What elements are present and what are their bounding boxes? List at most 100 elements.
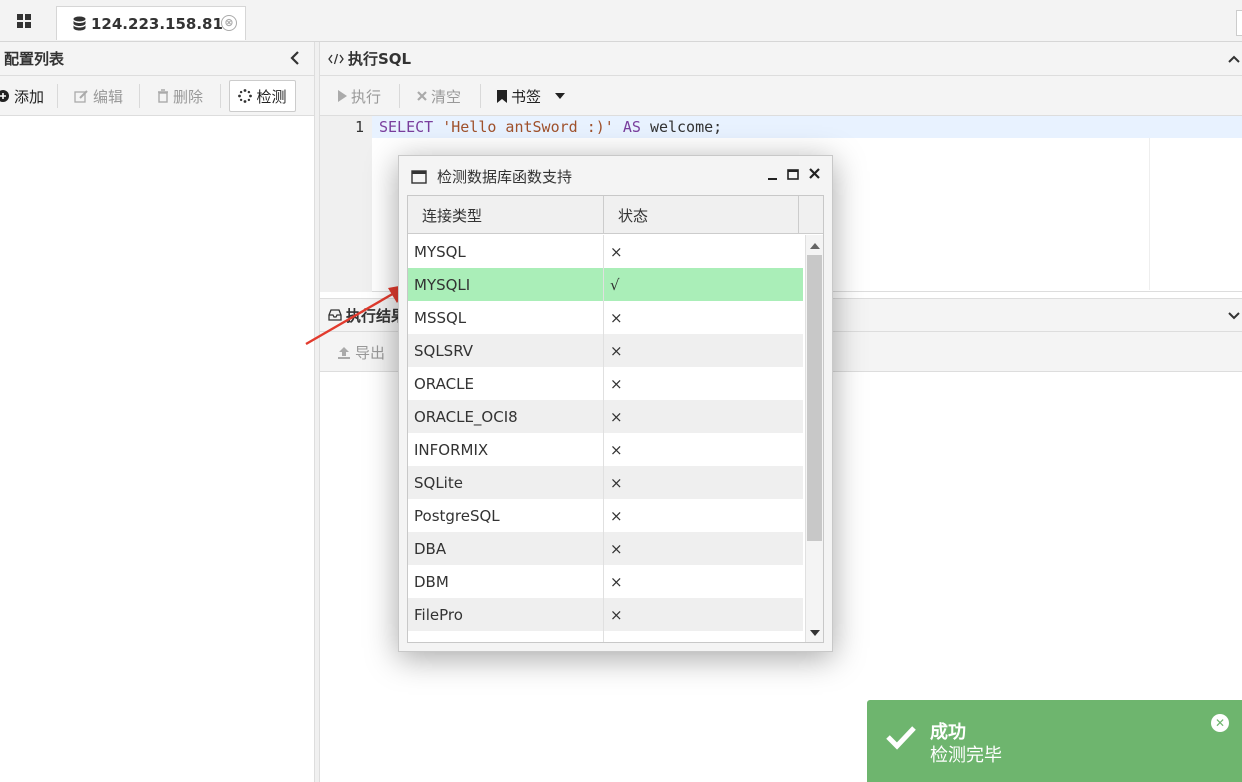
connection-type-cell: DBM <box>408 565 604 598</box>
window-icon <box>411 169 427 184</box>
config-list-header: 配置列表 <box>0 42 314 76</box>
detect-button[interactable]: 检测 <box>229 80 296 112</box>
status-cell: × <box>610 572 623 591</box>
table-row[interactable]: DBA × <box>408 532 803 565</box>
table-row[interactable]: DBM × <box>408 565 803 598</box>
toast-close-icon[interactable]: ✕ <box>1211 714 1229 732</box>
connection-type-cell: INFORMIX <box>408 433 604 466</box>
scroll-down-icon[interactable] <box>810 630 820 636</box>
sql-keyword: SELECT <box>379 118 434 136</box>
toast-message: 检测完毕 <box>930 745 1002 766</box>
config-toolbar: 添加 编辑 删除 检测 <box>0 76 314 116</box>
connection-type-grid: 连接类型 状态 MYSQL × MYSQLI √ MSSQL × SQLSRV × ORACLE… <box>407 195 824 643</box>
play-icon <box>338 90 347 102</box>
table-row[interactable]: ORACLE × <box>408 367 803 400</box>
table-row[interactable]: FilePro × <box>408 598 803 631</box>
table-row[interactable]: ORACLE_OCI8 × <box>408 400 803 433</box>
dialog-title: 检测数据库函数支持 <box>437 168 573 186</box>
divider <box>480 84 481 108</box>
status-cell: × <box>610 605 623 624</box>
delete-button[interactable]: 删除 <box>157 80 203 112</box>
grid-menu-button[interactable] <box>0 6 48 36</box>
maximize-icon[interactable] <box>787 167 800 181</box>
status-cell: × <box>610 308 623 327</box>
clear-button[interactable]: 清空 <box>417 80 461 112</box>
status-cell: × <box>610 341 623 360</box>
success-toast: 成功 检测完毕 ✕ <box>867 700 1242 782</box>
collapse-down-icon[interactable] <box>1228 311 1240 321</box>
close-icon[interactable] <box>808 167 821 181</box>
tab-close-icon[interactable]: ⊗ <box>221 15 237 31</box>
edit-button[interactable]: 编辑 <box>74 80 123 112</box>
edit-icon <box>74 90 88 103</box>
dialog-controls <box>767 167 821 181</box>
status-cell: × <box>610 473 623 492</box>
connection-type-cell: MYSQL <box>408 235 604 268</box>
divider <box>399 84 400 108</box>
sql-panel-title: 执行SQL <box>348 50 412 68</box>
table-row[interactable]: PostgreSQL × <box>408 499 803 532</box>
close-icon <box>417 91 427 101</box>
checkmark-icon <box>886 726 916 750</box>
add-label: 添加 <box>14 87 45 106</box>
column-header-type[interactable]: 连接类型 <box>408 196 604 234</box>
tab-host-label: 124.223.158.81 <box>91 14 223 33</box>
status-cell: × <box>610 440 623 459</box>
connection-type-cell: DBA <box>408 532 604 565</box>
column-header-status[interactable]: 状态 <box>604 196 799 234</box>
tab-host[interactable]: 124.223.158.81 ⊗ <box>56 6 246 40</box>
line-number: 1 <box>354 118 364 136</box>
connection-type-cell: MSSQL <box>408 301 604 334</box>
code-icon <box>328 53 344 64</box>
connection-type-cell: SQLite <box>408 466 604 499</box>
execute-label: 执行 <box>351 87 382 106</box>
divider <box>57 84 58 108</box>
sql-panel-header: 执行SQL <box>320 42 1242 76</box>
db-function-dialog: 检测数据库函数支持 连接类型 状态 MYSQL × MYSQLI √ MSSQL × SQL… <box>398 155 833 652</box>
minimize-icon[interactable] <box>767 167 779 181</box>
connection-type-cell: MYSQLI <box>408 268 604 301</box>
table-row[interactable]: MYSQL × <box>408 235 803 268</box>
plus-circle-icon <box>0 90 9 102</box>
tab-bar: 124.223.158.81 ⊗ <box>0 0 1242 42</box>
config-list-title: 配置列表 <box>4 50 65 68</box>
status-cell: √ <box>610 275 620 294</box>
database-icon <box>73 16 86 31</box>
divider <box>139 84 140 108</box>
table-row[interactable]: MSSQL × <box>408 301 803 334</box>
grid-scrollbar[interactable] <box>805 235 823 642</box>
status-cell: × <box>604 631 623 643</box>
detect-label: 检测 <box>256 87 287 106</box>
grid-icon <box>17 14 31 28</box>
collapse-up-icon[interactable] <box>1228 54 1240 64</box>
connection-type-cell: ORACLE <box>408 367 604 400</box>
caret-down-icon <box>555 93 566 99</box>
scroll-up-icon[interactable] <box>810 243 820 249</box>
scroll-thumb[interactable] <box>807 255 822 541</box>
grid-body: MYSQL × MYSQLI √ MSSQL × SQLSRV × ORACLE × ORACLE_… <box>408 235 803 643</box>
bookmark-icon <box>497 89 507 103</box>
delete-label: 删除 <box>173 87 204 106</box>
execute-button[interactable]: 执行 <box>337 80 381 112</box>
status-cell: × <box>610 242 623 261</box>
table-row[interactable]: SQLSRV × <box>408 334 803 367</box>
bookmarks-button[interactable]: 书签 <box>497 80 566 112</box>
connection-type-cell: FilePro <box>408 598 604 631</box>
dialog-titlebar[interactable]: 检测数据库函数支持 <box>411 166 572 187</box>
code-line[interactable]: SELECT 'Hello antSword :)' AS welcome; <box>379 118 722 136</box>
edit-label: 编辑 <box>93 87 124 106</box>
clear-label: 清空 <box>431 87 462 106</box>
table-row[interactable]: SyBase× <box>408 631 803 643</box>
print-margin <box>1149 138 1150 290</box>
status-cell: × <box>610 407 623 426</box>
grid-header: 连接类型 状态 <box>408 196 823 234</box>
status-cell: × <box>610 506 623 525</box>
table-row[interactable]: MYSQLI √ <box>408 268 803 301</box>
sql-toolbar: 执行 清空 书签 <box>320 76 1242 116</box>
collapse-left-icon[interactable] <box>290 50 306 68</box>
add-button[interactable]: 添加 <box>0 80 44 112</box>
status-cell: × <box>610 539 623 558</box>
tab-scroll-handle[interactable] <box>1236 10 1242 36</box>
table-row[interactable]: SQLite × <box>408 466 803 499</box>
table-row[interactable]: INFORMIX × <box>408 433 803 466</box>
